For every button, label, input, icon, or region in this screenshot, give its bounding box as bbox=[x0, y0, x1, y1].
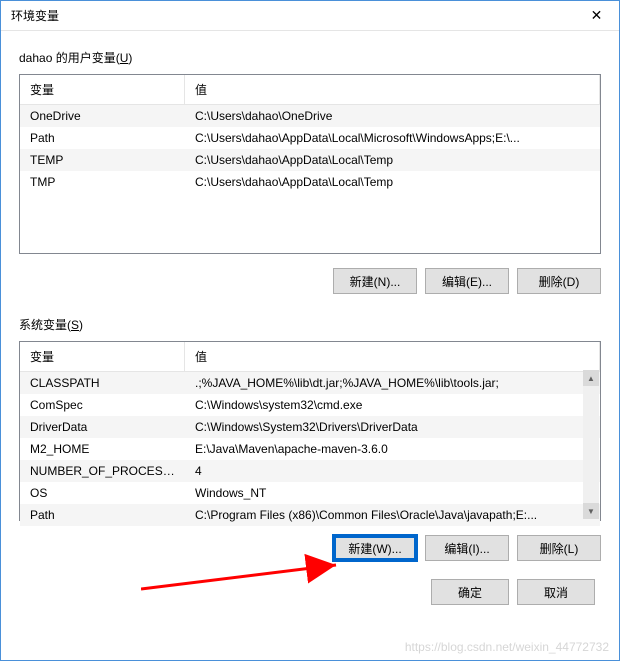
table-row[interactable]: DriverDataC:\Windows\System32\Drivers\Dr… bbox=[20, 416, 600, 438]
sys-vars-table[interactable]: 变量 值 CLASSPATH.;%JAVA_HOME%\lib\dt.jar;%… bbox=[19, 341, 601, 521]
sys-buttons-row: 新建(W)... 编辑(I)... 删除(L) bbox=[19, 535, 601, 561]
user-edit-button[interactable]: 编辑(E)... bbox=[425, 268, 509, 294]
sys-table-header: 变量 值 bbox=[20, 342, 600, 372]
scroll-down-icon[interactable]: ▼ bbox=[583, 503, 599, 519]
section-divider bbox=[19, 294, 601, 316]
close-icon: ✕ bbox=[591, 7, 603, 24]
user-buttons-row: 新建(N)... 编辑(E)... 删除(D) bbox=[19, 268, 601, 294]
user-vars-label: dahao 的用户变量(U) bbox=[19, 49, 601, 66]
table-row[interactable]: PathC:\Users\dahao\AppData\Local\Microso… bbox=[20, 127, 600, 149]
table-row[interactable]: OSWindows_NT bbox=[20, 482, 600, 504]
sys-header-val[interactable]: 值 bbox=[185, 342, 600, 371]
table-row[interactable]: NUMBER_OF_PROCESSORS4 bbox=[20, 460, 600, 482]
user-delete-button[interactable]: 删除(D) bbox=[517, 268, 601, 294]
cancel-button[interactable]: 取消 bbox=[517, 579, 595, 605]
titlebar: 环境变量 ✕ bbox=[1, 1, 619, 31]
dialog-buttons-row: 确定 取消 bbox=[19, 579, 601, 605]
close-button[interactable]: ✕ bbox=[574, 1, 619, 31]
user-table-body: OneDriveC:\Users\dahao\OneDrive PathC:\U… bbox=[20, 105, 600, 193]
user-header-var[interactable]: 变量 bbox=[20, 75, 185, 104]
window-title: 环境变量 bbox=[11, 7, 59, 24]
sys-vars-label: 系统变量(S) bbox=[19, 316, 601, 333]
table-row[interactable]: M2_HOMEE:\Java\Maven\apache-maven-3.6.0 bbox=[20, 438, 600, 460]
watermark-text: https://blog.csdn.net/weixin_44772732 bbox=[405, 640, 609, 654]
user-new-button[interactable]: 新建(N)... bbox=[333, 268, 417, 294]
sys-edit-button[interactable]: 编辑(I)... bbox=[425, 535, 509, 561]
user-vars-table[interactable]: 变量 值 OneDriveC:\Users\dahao\OneDrive Pat… bbox=[19, 74, 601, 254]
table-row[interactable]: ComSpecC:\Windows\system32\cmd.exe bbox=[20, 394, 600, 416]
table-row[interactable]: OneDriveC:\Users\dahao\OneDrive bbox=[20, 105, 600, 127]
table-row[interactable]: TEMPC:\Users\dahao\AppData\Local\Temp bbox=[20, 149, 600, 171]
table-row[interactable]: PathC:\Program Files (x86)\Common Files\… bbox=[20, 504, 600, 526]
env-vars-dialog: 环境变量 ✕ dahao 的用户变量(U) 变量 值 OneDriveC:\Us… bbox=[0, 0, 620, 661]
sys-new-button[interactable]: 新建(W)... bbox=[333, 535, 417, 561]
user-header-val[interactable]: 值 bbox=[185, 75, 600, 104]
sys-header-var[interactable]: 变量 bbox=[20, 342, 185, 371]
ok-button[interactable]: 确定 bbox=[431, 579, 509, 605]
sys-delete-button[interactable]: 删除(L) bbox=[517, 535, 601, 561]
table-row[interactable]: TMPC:\Users\dahao\AppData\Local\Temp bbox=[20, 171, 600, 193]
content-area: dahao 的用户变量(U) 变量 值 OneDriveC:\Users\dah… bbox=[1, 31, 619, 617]
scroll-up-icon[interactable]: ▲ bbox=[583, 370, 599, 386]
sys-scrollbar[interactable]: ▲ ▼ bbox=[583, 370, 599, 519]
sys-table-body: CLASSPATH.;%JAVA_HOME%\lib\dt.jar;%JAVA_… bbox=[20, 372, 600, 526]
table-row[interactable]: CLASSPATH.;%JAVA_HOME%\lib\dt.jar;%JAVA_… bbox=[20, 372, 600, 394]
user-table-header: 变量 值 bbox=[20, 75, 600, 105]
